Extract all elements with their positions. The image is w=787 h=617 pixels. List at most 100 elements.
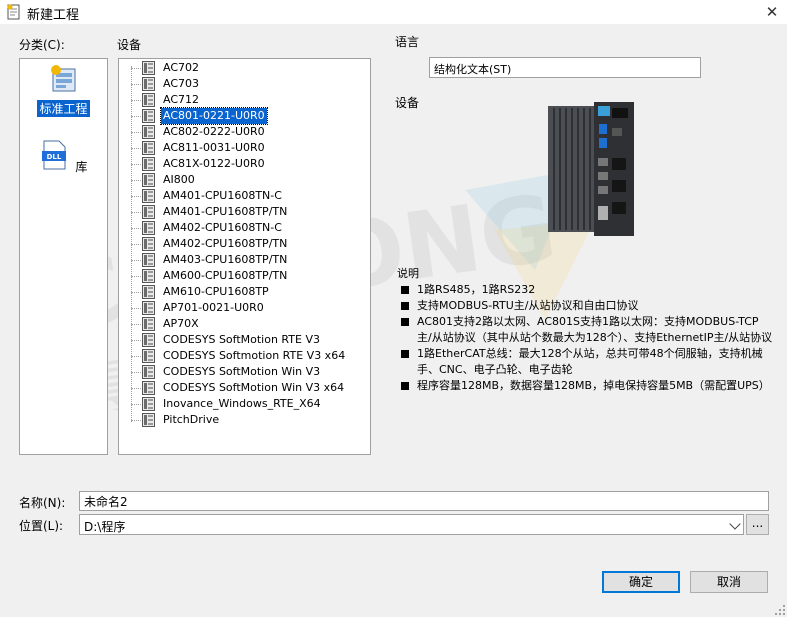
name-input[interactable] — [79, 491, 769, 511]
device-item-label[interactable]: AM401-CPU1608TP/TN — [161, 204, 289, 220]
tree-connector — [131, 260, 141, 261]
category-label-standard[interactable]: 标准工程 — [37, 100, 90, 117]
device-item[interactable]: AM610-CPU1608TP — [131, 284, 366, 300]
device-item-label[interactable]: AC811-0031-U0R0 — [161, 140, 267, 156]
device-item[interactable]: AM600-CPU1608TP/TN — [131, 268, 366, 284]
device-item-label[interactable]: AM600-CPU1608TP/TN — [161, 268, 289, 284]
device-icon — [142, 109, 155, 123]
description-item: 1路RS485，1路RS232 — [398, 282, 773, 298]
browse-button[interactable]: ... — [746, 514, 769, 535]
device-item-label[interactable]: PitchDrive — [161, 412, 221, 428]
device-item-label[interactable]: CODESYS SoftMotion RTE V3 — [161, 332, 322, 348]
device-item[interactable]: AC702 — [131, 60, 366, 76]
device-item[interactable]: AP70X — [131, 316, 366, 332]
device-item-label[interactable]: AI800 — [161, 172, 197, 188]
device-item-label[interactable]: AC81X-0122-U0R0 — [161, 156, 267, 172]
category-label: 分类(C): — [19, 38, 65, 52]
cancel-button[interactable]: 取消 — [690, 571, 768, 593]
tree-connector — [131, 404, 141, 405]
device-item[interactable]: Inovance_Windows_RTE_X64 — [131, 396, 366, 412]
device-item-label[interactable]: CODESYS SoftMotion Win V3 — [161, 364, 322, 380]
description-text: 1路RS485，1路RS232 — [417, 283, 536, 296]
device-icon — [142, 61, 155, 75]
device-item[interactable]: AM403-CPU1608TP/TN — [131, 252, 366, 268]
description-list: 1路RS485，1路RS232 支持MODBUS-RTU主/从站协议和自由口协议 A… — [398, 282, 773, 394]
tree-connector — [131, 196, 141, 197]
device-item[interactable]: AC703 — [131, 76, 366, 92]
device-item-label[interactable]: CODESYS SoftMotion Win V3 x64 — [161, 380, 346, 396]
device-item[interactable]: CODESYS SoftMotion Win V3 — [131, 364, 366, 380]
close-icon[interactable]: ✕ — [766, 3, 779, 21]
category-item-standard[interactable]: 标准工程 — [20, 63, 107, 117]
tree-connector — [131, 68, 141, 69]
language-select[interactable]: 结构化文本(ST) — [429, 57, 701, 78]
category-item-library[interactable]: DLL 库 — [20, 139, 107, 175]
device-item[interactable]: CODESYS SoftMotion Win V3 x64 — [131, 380, 366, 396]
device-icon — [142, 365, 155, 379]
device-item-label[interactable]: AM401-CPU1608TN-C — [161, 188, 284, 204]
category-label-library[interactable]: 库 — [73, 158, 89, 175]
bullet-icon — [401, 318, 409, 326]
device-item-label[interactable]: AC802-0222-U0R0 — [161, 124, 267, 140]
tree-connector — [131, 132, 141, 133]
device-item[interactable]: AC81X-0122-U0R0 — [131, 156, 366, 172]
device-item[interactable]: AM402-CPU1608TP/TN — [131, 236, 366, 252]
device-item[interactable]: AC811-0031-U0R0 — [131, 140, 366, 156]
tree-connector — [131, 356, 141, 357]
device-item-label[interactable]: AC801-0221-U0R0 — [160, 107, 268, 125]
device-image — [548, 102, 634, 236]
device-item[interactable]: CODESYS SoftMotion RTE V3 — [131, 332, 366, 348]
device-icon — [142, 381, 155, 395]
device-item[interactable]: AM401-CPU1608TN-C — [131, 188, 366, 204]
device-item-label[interactable]: AM610-CPU1608TP — [161, 284, 271, 300]
device-item[interactable]: AC801-0221-U0R0 — [131, 107, 366, 125]
tree-connector — [131, 420, 141, 421]
tree-connector — [131, 372, 141, 373]
description-text: 程序容量128MB，数据容量128MB，掉电保持容量5MB（需配置UPS） — [417, 379, 770, 392]
close-button[interactable]: ✕ — [757, 0, 787, 24]
device-icon — [142, 93, 155, 107]
device-icon — [142, 333, 155, 347]
device-icon — [142, 269, 155, 283]
device-item[interactable]: PitchDrive — [131, 412, 366, 428]
tree-connector — [131, 276, 141, 277]
device-item-label[interactable]: AM402-CPU1608TN-C — [161, 220, 284, 236]
device-item[interactable]: AC802-0222-U0R0 — [131, 124, 366, 140]
location-select[interactable]: D:\程序 — [79, 514, 744, 535]
device-item-label[interactable]: AM403-CPU1608TP/TN — [161, 252, 289, 268]
device-preview-label: 设备 — [395, 96, 420, 110]
device-item[interactable]: CODESYS Softmotion RTE V3 x64 — [131, 348, 366, 364]
device-item-label[interactable]: AM402-CPU1608TP/TN — [161, 236, 289, 252]
device-item-label[interactable]: CODESYS Softmotion RTE V3 x64 — [161, 348, 347, 364]
ok-button[interactable]: 确定 — [602, 571, 680, 593]
tree-connector — [131, 116, 141, 117]
device-item-label[interactable]: AP701-0021-U0R0 — [161, 300, 266, 316]
device-item[interactable]: AP701-0021-U0R0 — [131, 300, 366, 316]
tree-connector — [131, 164, 141, 165]
device-item[interactable]: AM402-CPU1608TN-C — [131, 220, 366, 236]
device-icon — [142, 317, 155, 331]
name-label: 名称(N): — [19, 496, 66, 510]
description: 说明 1路RS485，1路RS232 支持MODBUS-RTU主/从站协议和自由口… — [397, 266, 773, 394]
device-icon — [142, 141, 155, 155]
device-item-label[interactable]: Inovance_Windows_RTE_X64 — [161, 396, 323, 412]
device-icon — [142, 189, 155, 203]
device-item[interactable]: AM401-CPU1608TP/TN — [131, 204, 366, 220]
device-icon — [142, 221, 155, 235]
tree-connector — [131, 228, 141, 229]
resize-grip-icon[interactable] — [774, 604, 786, 616]
device-item-label[interactable]: AC712 — [161, 92, 201, 108]
device-item-label[interactable]: AP70X — [161, 316, 201, 332]
device-icon — [142, 173, 155, 187]
tree-connector — [131, 244, 141, 245]
device-item[interactable]: AI800 — [131, 172, 366, 188]
description-item: 支持MODBUS-RTU主/从站协议和自由口协议 — [398, 298, 773, 314]
location-value: D:\程序 — [84, 520, 126, 534]
device-icon — [142, 237, 155, 251]
device-icon — [142, 157, 155, 171]
device-icon — [142, 301, 155, 315]
device-item-label[interactable]: AC703 — [161, 76, 201, 92]
tree-connector — [131, 148, 141, 149]
device-item[interactable]: AC712 — [131, 92, 366, 108]
device-item-label[interactable]: AC702 — [161, 60, 201, 76]
